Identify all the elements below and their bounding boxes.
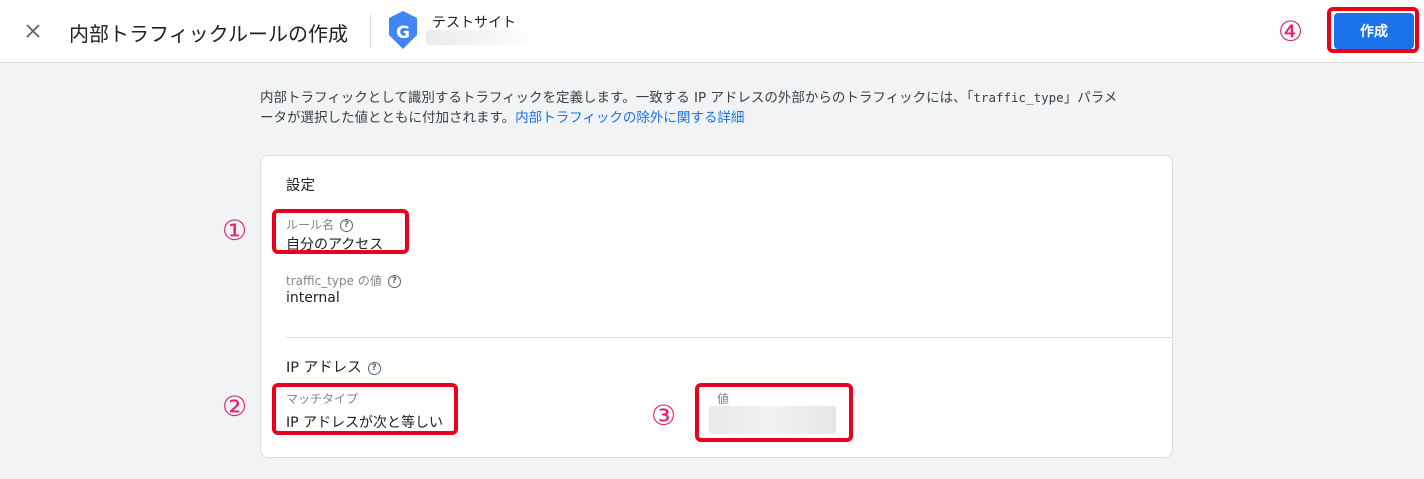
annotation-number-1: ① [222,214,248,247]
ip-section-title: IP アドレス? [286,356,381,377]
svg-text:G: G [396,23,410,43]
close-button[interactable] [20,18,46,44]
annotation-box-4 [1327,7,1419,53]
annotation-number-3: ③ [651,399,677,432]
learn-more-link[interactable]: 内部トラフィックの除外に関する詳細 [515,110,744,126]
settings-section-title: 設定 [286,178,315,194]
site-name: テストサイト [432,15,516,31]
help-icon[interactable]: ? [367,361,381,375]
intro-text-3: ータが選択した値とともに付加されます。 [260,110,516,126]
help-icon[interactable]: ? [387,275,401,288]
traffic-type-value[interactable]: internal [286,290,340,306]
traffic-type-label: traffic_type の値? [286,272,401,289]
site-id-redacted [426,30,536,45]
annotation-box-2 [272,383,458,435]
annotation-number-4: ④ [1278,15,1304,48]
page-title: 内部トラフィックルールの作成 [69,22,348,46]
intro-text-1: 内部トラフィックとして識別するトラフィックを定義します。一致する IP アドレス… [260,90,974,106]
property-logo-icon: G [388,11,418,49]
intro-text-2: 」パラメ [1063,90,1118,106]
annotation-box-3 [695,383,853,442]
annotation-number-2: ② [222,390,248,423]
top-bar: 内部トラフィックルールの作成 G テストサイト 作成 [0,0,1424,63]
header-divider [370,14,371,48]
annotation-box-1 [272,209,409,254]
close-icon [26,24,40,38]
intro-param: traffic_type [973,90,1064,105]
section-divider [286,337,1173,338]
intro-description: 内部トラフィックとして識別するトラフィックを定義します。一致する IP アドレス… [260,88,1170,128]
